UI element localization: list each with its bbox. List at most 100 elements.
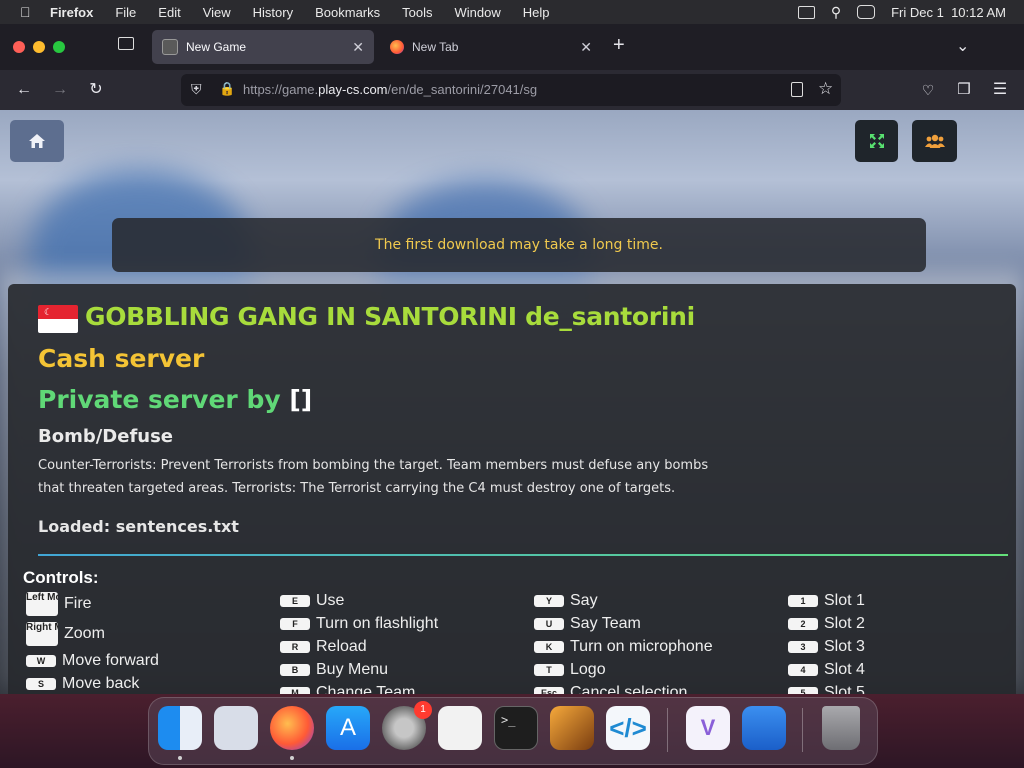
key-4: 4 (788, 664, 818, 676)
menu-bookmarks[interactable]: Bookmarks (315, 5, 380, 20)
private-server-label: Private server by [] (38, 385, 313, 414)
control-center-icon[interactable] (857, 5, 876, 19)
key-u: U (534, 618, 564, 630)
singapore-flag-icon: ☾ (38, 305, 78, 333)
forward-button[interactable]: → (48, 78, 72, 102)
control-row: S Move back (26, 675, 139, 693)
firefox-icon[interactable] (270, 706, 314, 750)
menu-edit[interactable]: Edit (158, 5, 180, 20)
window-minimize-button[interactable] (33, 41, 45, 53)
key-1: 1 (788, 595, 818, 607)
key-f: F (280, 618, 310, 630)
back-button[interactable]: ← (12, 78, 36, 102)
navigation-toolbar: ← → ↻ ⛨ 🔒 https://game.play-cs.com/en/de… (0, 70, 1024, 110)
app-store-icon[interactable]: A (326, 706, 370, 750)
control-action: Turn on flashlight (316, 615, 439, 632)
tab-new-game[interactable]: New Game ✕ (152, 30, 374, 64)
window-close-button[interactable] (13, 41, 25, 53)
lock-icon[interactable]: 🔒 (219, 81, 235, 97)
control-action: Logo (570, 661, 606, 678)
garageband-icon[interactable] (550, 706, 594, 750)
divider (38, 554, 1008, 556)
key-3: 3 (788, 641, 818, 653)
pocket-icon[interactable]: ♡ (916, 78, 940, 102)
control-action: Turn on microphone (570, 638, 713, 655)
control-action: Change Team (316, 684, 416, 694)
apple-logo-icon[interactable]:  (20, 4, 36, 20)
key-t: T (534, 664, 564, 676)
counter-strike-favicon-icon (162, 39, 178, 55)
menu-clock[interactable]: Fri Dec 1 10:12 AM (891, 5, 1006, 20)
menu-app-name[interactable]: Firefox (50, 5, 93, 20)
control-row: Y Say (534, 592, 598, 610)
control-action: Reload (316, 638, 367, 655)
control-action: Move back (62, 675, 140, 692)
reader-view-icon[interactable] (791, 82, 803, 97)
control-action: Move forward (62, 652, 159, 669)
vscode-icon[interactable]: </> (606, 706, 650, 750)
server-info-panel: ☾ GOBBLING GANG IN SANTORINI de_santorin… (8, 284, 1016, 694)
menu-tools[interactable]: Tools (402, 5, 432, 20)
dock: A 1 >_ </> V (148, 697, 878, 765)
system-settings-icon[interactable]: 1 (382, 701, 432, 750)
fullscreen-button[interactable] (855, 120, 898, 162)
players-button[interactable] (912, 120, 957, 162)
control-row: M Change Team (280, 684, 415, 694)
extensions-icon[interactable]: ❒ (952, 78, 976, 102)
textedit-icon[interactable] (438, 706, 482, 750)
weather-icon[interactable] (742, 706, 786, 750)
game-page: The first download may take a long time.… (0, 110, 1024, 694)
control-row: 5 Slot 5 (788, 684, 865, 694)
tab-new-tab[interactable]: New Tab ✕ (380, 30, 602, 64)
control-row: 3 Slot 3 (788, 638, 865, 656)
cash-server-label: Cash server (38, 344, 205, 373)
menu-history[interactable]: History (253, 5, 293, 20)
menu-help[interactable]: Help (523, 5, 550, 20)
tab-title: New Tab (412, 40, 459, 54)
control-action: Zoom (64, 625, 105, 642)
menu-file[interactable]: File (115, 5, 136, 20)
key-5: 5 (788, 687, 818, 694)
control-row: Right Mouse Zoom (26, 622, 105, 646)
home-button[interactable] (10, 120, 64, 162)
control-row: 1 Slot 1 (788, 592, 865, 610)
list-all-tabs-chevron-icon[interactable]: ⌄ (956, 36, 969, 56)
url-text[interactable]: https://game.play-cs.com/en/de_santorini… (243, 82, 537, 97)
control-row: T Logo (534, 661, 606, 679)
notification-badge: 1 (414, 701, 432, 719)
control-action: Slot 1 (824, 592, 865, 609)
control-action: Buy Menu (316, 661, 389, 678)
key-2: 2 (788, 618, 818, 630)
launchpad-icon[interactable] (214, 706, 258, 750)
reload-button[interactable]: ↻ (84, 78, 108, 102)
tracking-protection-shield-icon[interactable]: ⛨ (191, 81, 202, 98)
spotlight-search-icon[interactable]: ⚲ (831, 4, 841, 21)
control-row: W Move forward (26, 652, 159, 670)
control-row: Left Mouse Fire (26, 592, 92, 616)
screen-mirroring-icon[interactable] (797, 5, 815, 19)
menu-view[interactable]: View (203, 5, 231, 20)
control-row: 4 Slot 4 (788, 661, 865, 679)
key-right-mouse: Right Mouse (26, 622, 58, 646)
close-tab-icon[interactable]: ✕ (352, 39, 364, 56)
control-row: E Use (280, 592, 344, 610)
new-tab-button[interactable]: + (613, 34, 625, 57)
expand-arrows-icon (869, 134, 884, 148)
key-esc: Esc (534, 687, 564, 694)
control-action: Slot 4 (824, 661, 865, 678)
finder-icon[interactable] (158, 706, 202, 750)
window-zoom-button[interactable] (53, 41, 65, 53)
running-indicator (178, 756, 182, 760)
key-e: E (280, 595, 310, 607)
tab-overview-icon[interactable] (118, 37, 134, 50)
menu-window[interactable]: Window (455, 5, 501, 20)
terminal-icon[interactable]: >_ (494, 706, 538, 750)
bookmark-star-icon[interactable]: ☆ (818, 79, 833, 99)
trash-icon[interactable] (822, 706, 860, 750)
close-tab-icon[interactable]: ✕ (580, 39, 592, 56)
url-bar[interactable]: ⛨ 🔒 https://game.play-cs.com/en/de_santo… (181, 74, 841, 106)
key-y: Y (534, 595, 564, 607)
app-menu-icon[interactable]: ☰ (988, 78, 1012, 102)
key-r: R (280, 641, 310, 653)
visual-studio-icon[interactable]: V (686, 706, 730, 750)
